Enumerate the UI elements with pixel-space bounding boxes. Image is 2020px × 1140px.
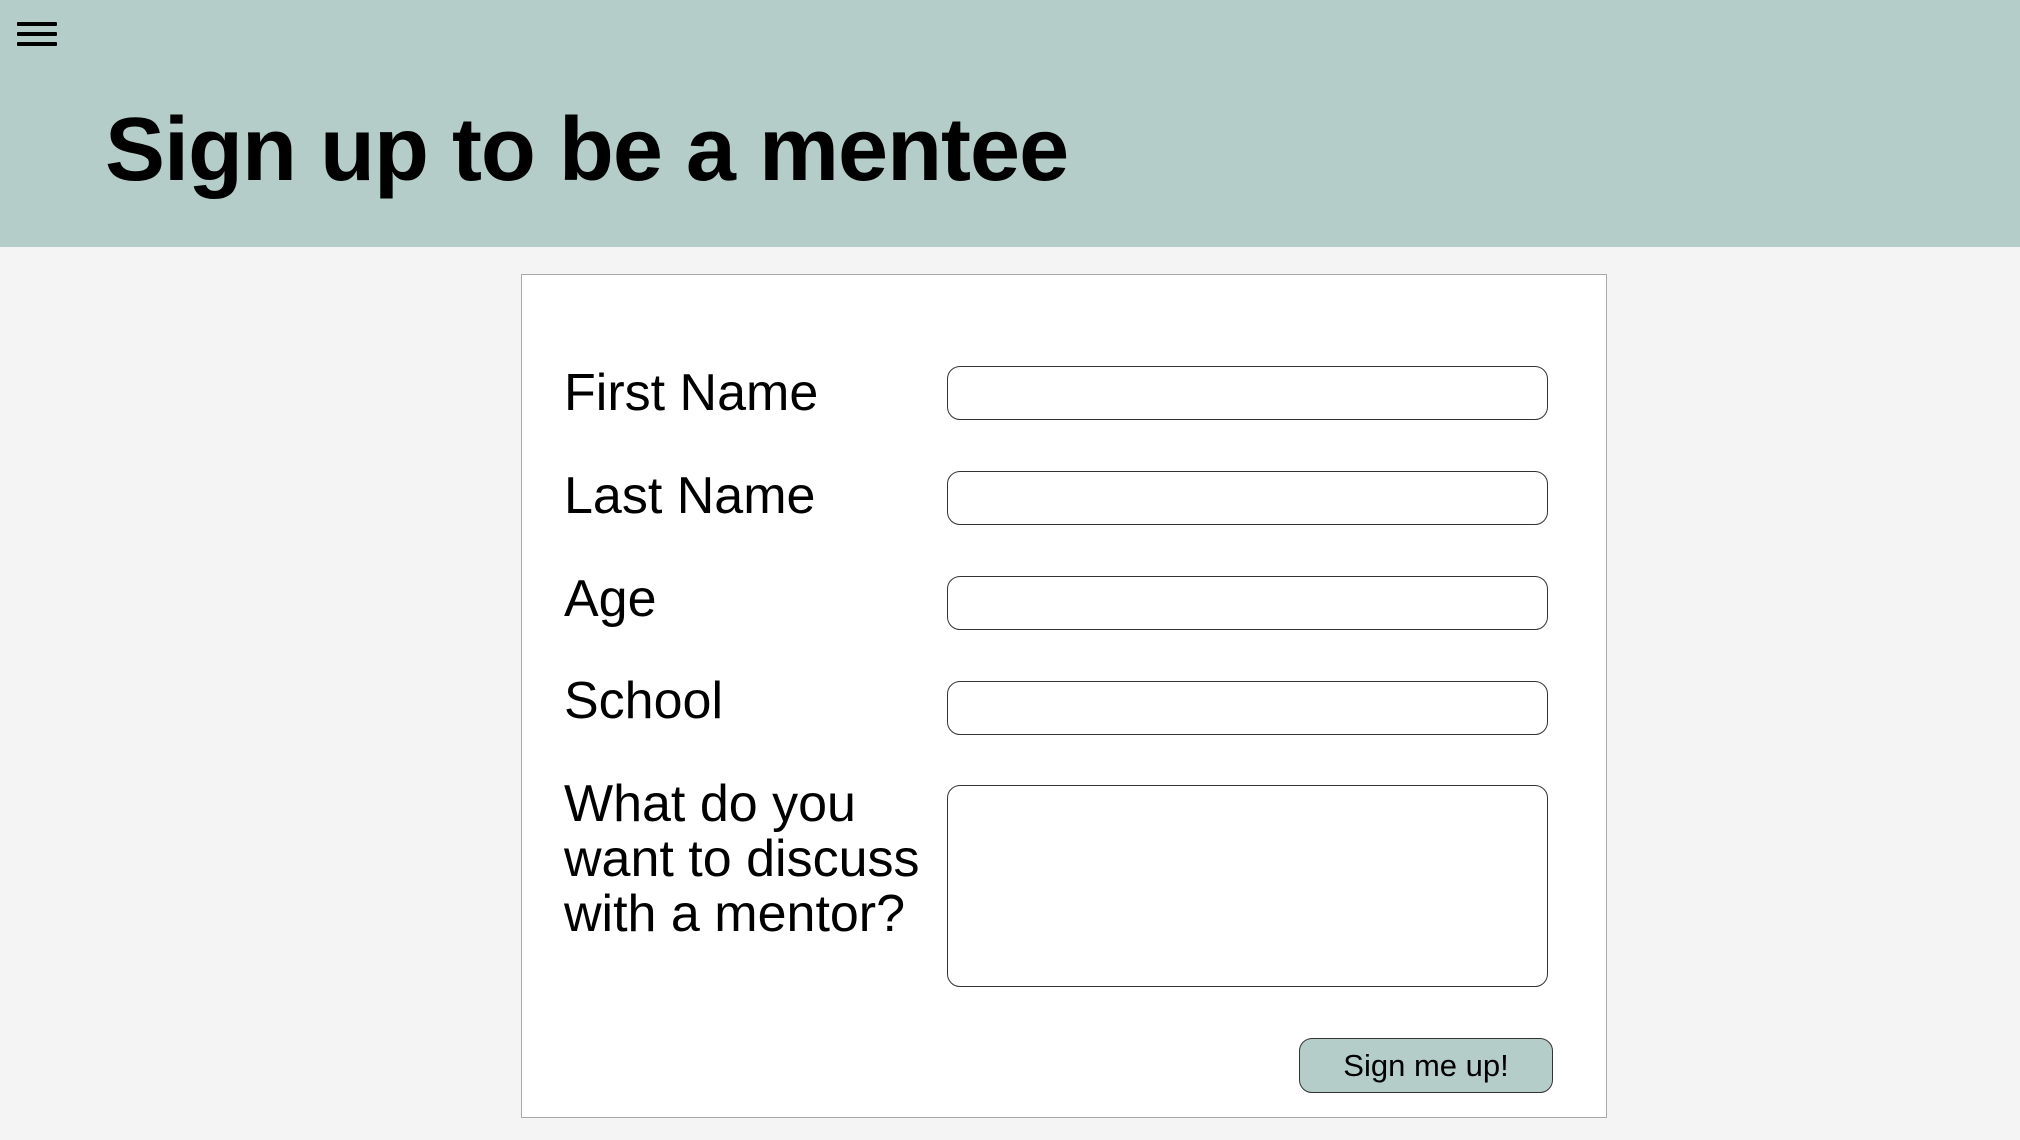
sign-me-up-button[interactable]: Sign me up!: [1299, 1038, 1553, 1093]
discussion-label-line: want to discuss: [564, 830, 920, 888]
discussion-label-line: What do you: [564, 775, 856, 833]
last-name-label: Last Name: [564, 467, 816, 525]
age-input[interactable]: [947, 576, 1548, 630]
first-name-input[interactable]: [947, 366, 1548, 420]
school-input[interactable]: [947, 681, 1548, 735]
discussion-textarea[interactable]: [947, 785, 1548, 987]
last-name-input[interactable]: [947, 471, 1548, 525]
menu-bar-line: [17, 32, 57, 36]
menu-bar-line: [17, 22, 57, 26]
age-label: Age: [564, 570, 657, 628]
page-title: Sign up to be a mentee: [105, 100, 1069, 200]
page-header: Sign up to be a mentee: [0, 0, 2020, 247]
hamburger-menu-icon[interactable]: [15, 20, 59, 54]
first-name-label: First Name: [564, 364, 819, 422]
discussion-label-line: with a mentor?: [564, 885, 906, 943]
school-label: School: [564, 672, 723, 730]
signup-form: First Name Last Name Age School What do …: [521, 274, 1607, 1118]
menu-bar-line: [17, 42, 57, 46]
